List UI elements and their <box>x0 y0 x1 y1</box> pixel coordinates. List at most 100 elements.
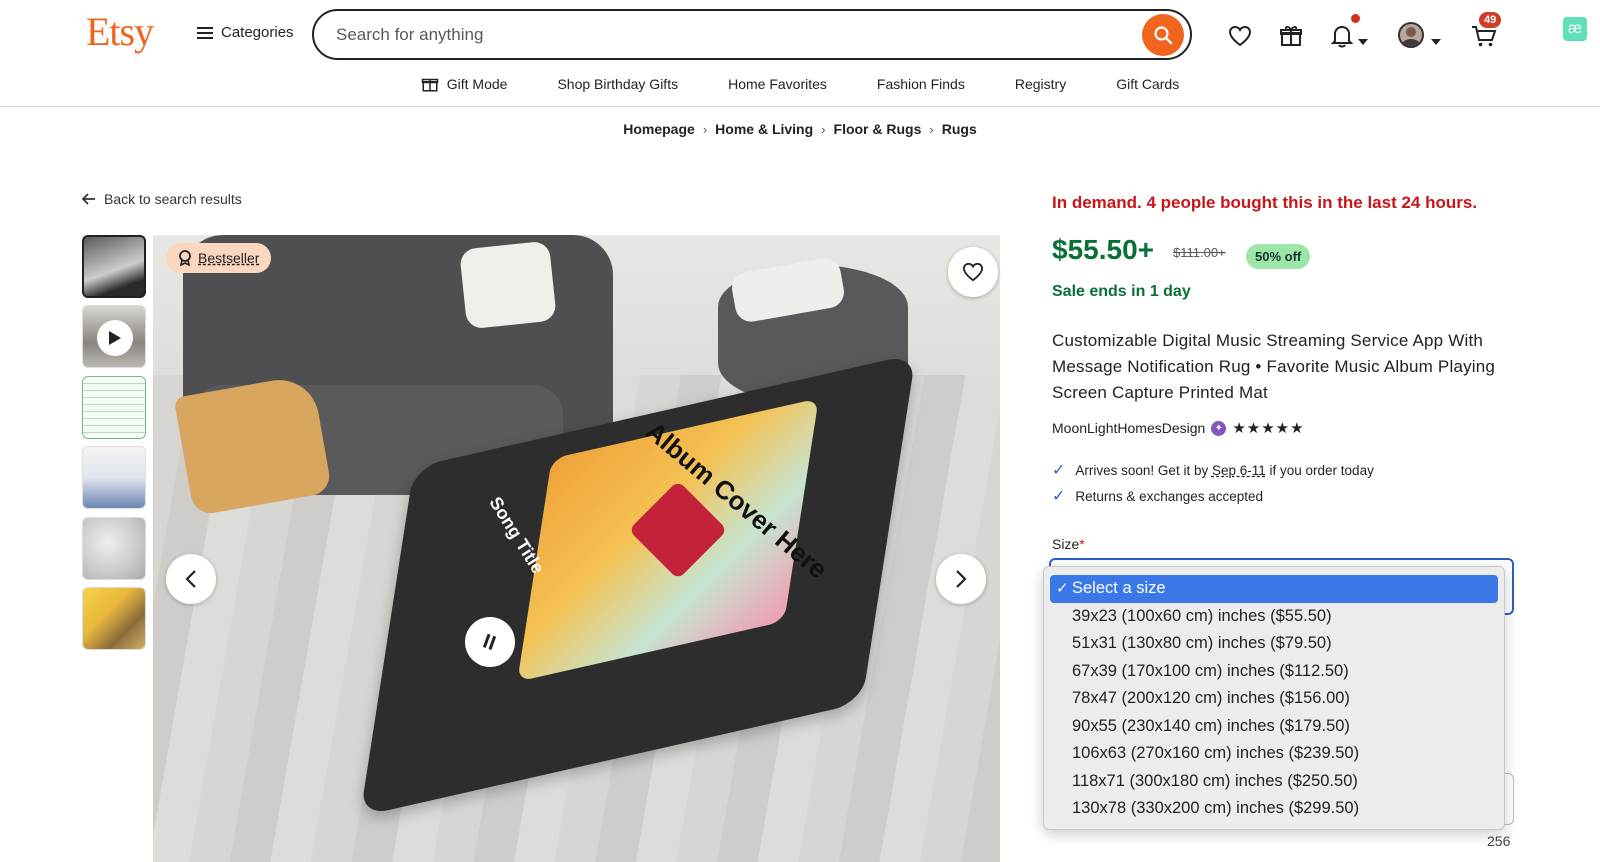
back-to-search-link[interactable]: Back to search results <box>82 191 242 207</box>
nav-label: Gift Mode <box>446 76 508 92</box>
nav-label: Registry <box>1014 76 1067 92</box>
shop-name-link[interactable]: MoonLightHomesDesign <box>1052 420 1205 436</box>
shipping-dates[interactable]: Sep 6-11 <box>1212 463 1266 478</box>
rating-stars[interactable]: ★★★★★ <box>1232 419 1304 437</box>
breadcrumb-home-living[interactable]: Home & Living <box>715 121 813 137</box>
chevron-left-icon <box>185 570 196 588</box>
product-main-image: Album Cover Here Song Title <box>153 235 1000 862</box>
sale-price: $55.50+ <box>1052 234 1154 265</box>
caret-down-icon <box>1431 39 1441 45</box>
category-nav: Gift Mode Shop Birthday Gifts Home Favor… <box>0 73 1600 106</box>
heart-icon <box>962 262 984 282</box>
extension-icon[interactable]: æ <box>1563 17 1587 41</box>
cart-count-badge: 49 <box>1479 12 1502 28</box>
nav-gift-mode[interactable]: Gift Mode <box>396 73 533 95</box>
size-option-6[interactable]: 106x63 (270x160 cm) inches ($239.50) <box>1050 740 1498 768</box>
notifications-dropdown-arrow[interactable] <box>1358 32 1368 50</box>
etsy-logo[interactable]: Etsy <box>86 8 154 55</box>
chevron-right-icon <box>956 570 967 588</box>
hamburger-icon <box>197 26 213 39</box>
size-dropdown-list: Select a size 39x23 (100x60 cm) inches (… <box>1043 566 1505 830</box>
search-input[interactable] <box>334 23 1142 46</box>
returns-text: Returns & exchanges accepted <box>1075 488 1264 504</box>
gift-icon <box>421 78 439 92</box>
discount-badge: 50% off <box>1246 244 1311 269</box>
bestseller-label: Bestseller <box>198 250 260 266</box>
previous-image-button[interactable] <box>166 554 216 604</box>
account-dropdown-arrow[interactable] <box>1431 32 1441 50</box>
breadcrumb-floor-rugs[interactable]: Floor & Rugs <box>834 121 922 137</box>
search-icon <box>1154 25 1173 44</box>
caret-down-icon <box>1358 39 1368 45</box>
shop-info: MoonLightHomesDesign ✦ ★★★★★ <box>1052 419 1305 437</box>
thumbnail-3[interactable] <box>82 376 146 439</box>
chevron-right-icon: › <box>702 121 708 137</box>
arrow-left-icon <box>82 193 95 205</box>
check-icon: ✓ <box>1052 488 1066 505</box>
thumbnail-4[interactable] <box>82 446 146 509</box>
nav-fashion-finds[interactable]: Fashion Finds <box>852 73 990 95</box>
required-marker: * <box>1079 536 1085 552</box>
chevron-right-icon: › <box>929 121 934 137</box>
size-option-8[interactable]: 130x78 (330x200 cm) inches ($299.50) <box>1050 795 1498 823</box>
chevron-right-icon: › <box>821 121 826 137</box>
shipping-estimate: ✓ Arrives soon! Get it by Sep 6-11 if yo… <box>1052 460 1374 480</box>
play-icon <box>97 320 133 356</box>
size-option-1[interactable]: 39x23 (100x60 cm) inches ($55.50) <box>1050 603 1498 631</box>
gift-icon <box>1280 25 1302 46</box>
thumbnail-6[interactable] <box>82 587 146 650</box>
bestseller-badge: Bestseller <box>166 243 272 273</box>
star-seller-icon: ✦ <box>1211 420 1227 436</box>
returns-info: ✓ Returns & exchanges accepted <box>1052 486 1263 506</box>
next-image-button[interactable] <box>936 554 986 604</box>
product-title: Customizable Digital Music Streaming Ser… <box>1052 331 1496 402</box>
nav-label: Home Favorites <box>728 76 827 92</box>
nav-gift-cards[interactable]: Gift Cards <box>1091 73 1204 95</box>
header-divider <box>0 106 1600 107</box>
original-price: $111.00+ <box>1173 245 1226 260</box>
size-label-text: Size <box>1052 536 1080 552</box>
check-icon: ✓ <box>1052 462 1066 479</box>
favorite-item-button[interactable] <box>948 247 998 297</box>
size-option-select[interactable]: Select a size <box>1050 575 1498 603</box>
nav-label: Gift Cards <box>1116 76 1180 92</box>
shipping-text: Arrives soon! Get it by Sep 6-11 if you … <box>1075 463 1373 478</box>
notifications-button[interactable] <box>1326 20 1358 52</box>
pause-icon <box>465 617 515 667</box>
nav-registry[interactable]: Registry <box>990 73 1091 95</box>
heart-icon <box>1228 25 1252 47</box>
thumbnail-1[interactable] <box>82 235 146 298</box>
thumbnail-2-video[interactable] <box>82 305 146 368</box>
user-avatar-icon <box>1402 27 1420 46</box>
nav-home-favorites[interactable]: Home Favorites <box>703 73 852 95</box>
shipping-suffix: if you order today <box>1265 462 1374 478</box>
size-option-2[interactable]: 51x31 (130x80 cm) inches ($79.50) <box>1050 630 1498 658</box>
back-link-label: Back to search results <box>104 191 242 207</box>
gift-mode-button[interactable] <box>1275 20 1307 52</box>
demand-notice: In demand. 4 people bought this in the l… <box>1052 193 1478 212</box>
favorites-button[interactable] <box>1224 20 1256 52</box>
sale-ends-text: Sale ends in 1 day <box>1052 283 1191 300</box>
size-option-3[interactable]: 67x39 (170x100 cm) inches ($112.50) <box>1050 658 1498 686</box>
bell-icon <box>1331 25 1353 48</box>
shipping-prefix: Arrives soon! Get it by <box>1075 462 1212 478</box>
notification-dot <box>1351 14 1360 23</box>
nav-shop-birthday-gifts[interactable]: Shop Birthday Gifts <box>532 73 703 95</box>
search-bar <box>312 9 1192 60</box>
nav-label: Shop Birthday Gifts <box>557 76 679 92</box>
size-label: Size* <box>1052 536 1085 552</box>
categories-button[interactable]: Categories <box>197 24 294 41</box>
character-count: 256 <box>1487 833 1511 849</box>
categories-label: Categories <box>221 24 294 41</box>
size-option-4[interactable]: 78x47 (200x120 cm) inches ($156.00) <box>1050 685 1498 713</box>
thumbnail-5[interactable] <box>82 517 146 580</box>
award-icon <box>179 250 191 266</box>
avatar[interactable] <box>1398 22 1424 48</box>
breadcrumb-rugs[interactable]: Rugs <box>942 121 977 137</box>
nav-label: Fashion Finds <box>876 76 965 92</box>
size-option-5[interactable]: 90x55 (230x140 cm) inches ($179.50) <box>1050 713 1498 741</box>
breadcrumb-homepage[interactable]: Homepage <box>623 121 695 137</box>
breadcrumb: Homepage › Home & Living › Floor & Rugs … <box>0 121 1600 137</box>
size-option-7[interactable]: 118x71 (300x180 cm) inches ($250.50) <box>1050 768 1498 796</box>
search-button[interactable] <box>1142 13 1184 56</box>
